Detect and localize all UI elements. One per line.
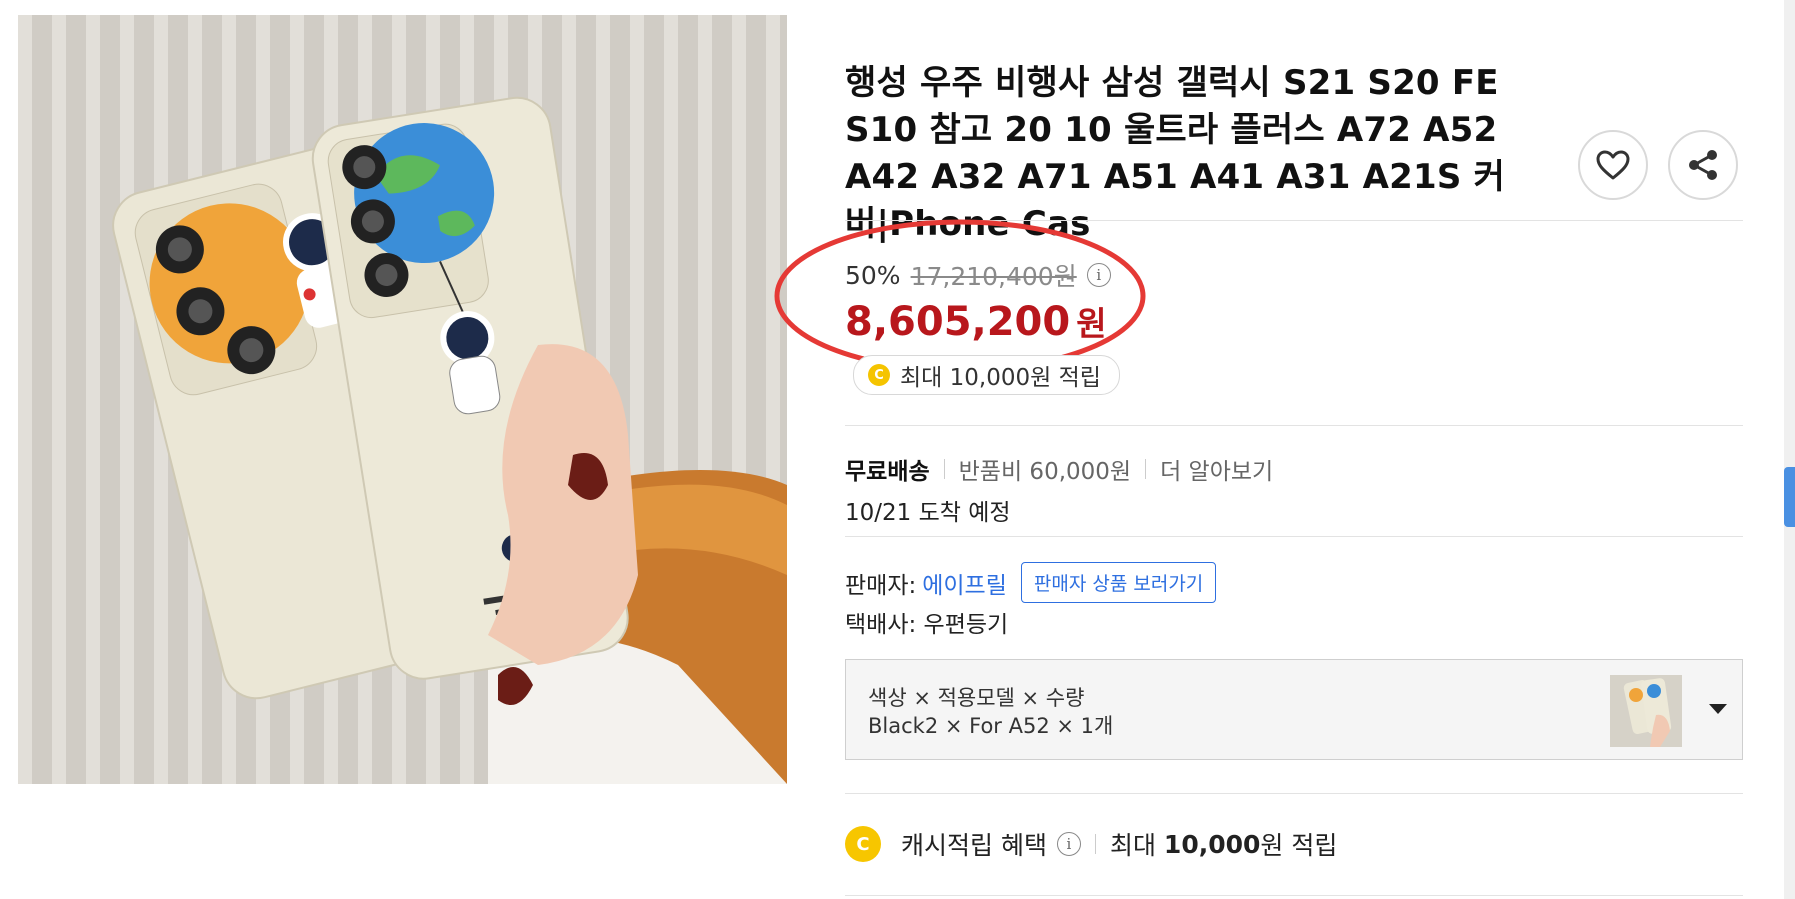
- option-label: 색상 × 적용모델 × 수량: [868, 686, 1085, 710]
- product-info-panel: 행성 우주 비행사 삼성 갤럭시 S21 S20 FE S10 참고 20 10…: [774, 0, 1745, 899]
- info-icon[interactable]: i: [1086, 263, 1111, 287]
- option-thumbnail: [1610, 675, 1682, 747]
- sale-price-value: 8,605,200: [845, 299, 1071, 345]
- chevron-down-icon[interactable]: [1709, 704, 1727, 714]
- return-fee: 반품비 60,000원: [958, 459, 1132, 485]
- product-image[interactable]: [18, 15, 787, 784]
- option-selector[interactable]: 색상 × 적용모델 × 수량 Black2 × For A52 × 1개: [845, 659, 1743, 760]
- discount-row: 50% 17,210,400원 i: [845, 257, 1111, 293]
- separator: [943, 459, 945, 479]
- info-icon[interactable]: i: [1056, 832, 1081, 856]
- divider: [845, 895, 1743, 896]
- divider: [845, 536, 1743, 537]
- share-icon: [1689, 150, 1717, 180]
- heart-icon: [1596, 150, 1630, 180]
- seller-row: 판매자: 에이프릴 판매자 상품 보러가기: [845, 562, 1217, 603]
- benefit-amount: 10,000: [1163, 829, 1261, 859]
- learn-more-link[interactable]: 더 알아보기: [1160, 452, 1273, 486]
- option-value: Black2 × For A52 × 1개: [868, 714, 1114, 738]
- original-price: 17,210,400원: [910, 262, 1077, 291]
- separator: [1145, 459, 1147, 479]
- separator: [1094, 834, 1096, 854]
- sale-price: 8,605,200 원: [845, 297, 1111, 345]
- cash-benefit-row: C 캐시적립 혜택 i 최대 10,000 원 적립: [845, 826, 1337, 862]
- wishlist-button[interactable]: [1578, 130, 1648, 200]
- divider: [845, 220, 1743, 221]
- free-shipping-label: 무료배송: [845, 459, 930, 485]
- coin-icon: C: [868, 364, 890, 386]
- seller-name-link[interactable]: 에이프릴: [922, 566, 1007, 600]
- discount-rate: 50%: [845, 260, 901, 290]
- benefit-suffix: 원 적립: [1260, 831, 1338, 860]
- arrival-estimate: 10/21 도착 예정: [845, 500, 1011, 526]
- courier-info: 택배사: 우편등기: [845, 612, 1009, 638]
- scrollbar-track[interactable]: [1784, 0, 1795, 899]
- cash-reward-badge[interactable]: C 최대 10,000원 적립: [853, 355, 1120, 395]
- benefit-prefix: 최대: [1109, 831, 1156, 860]
- price-block: 50% 17,210,400원 i 8,605,200 원: [845, 257, 1111, 345]
- divider: [845, 425, 1743, 426]
- sale-price-currency: 원: [1076, 304, 1107, 343]
- shipping-row: 무료배송 반품비 60,000원 더 알아보기: [845, 452, 1273, 486]
- scrollbar-thumb[interactable]: [1784, 467, 1795, 527]
- share-button[interactable]: [1668, 130, 1738, 200]
- seller-label: 판매자:: [845, 572, 917, 599]
- benefit-title: 캐시적립 혜택: [901, 831, 1047, 860]
- seller-products-button[interactable]: 판매자 상품 보러가기: [1020, 562, 1217, 603]
- cash-reward-text: 최대 10,000원 적립: [900, 365, 1101, 391]
- coin-icon: C: [845, 826, 881, 862]
- divider: [845, 793, 1743, 794]
